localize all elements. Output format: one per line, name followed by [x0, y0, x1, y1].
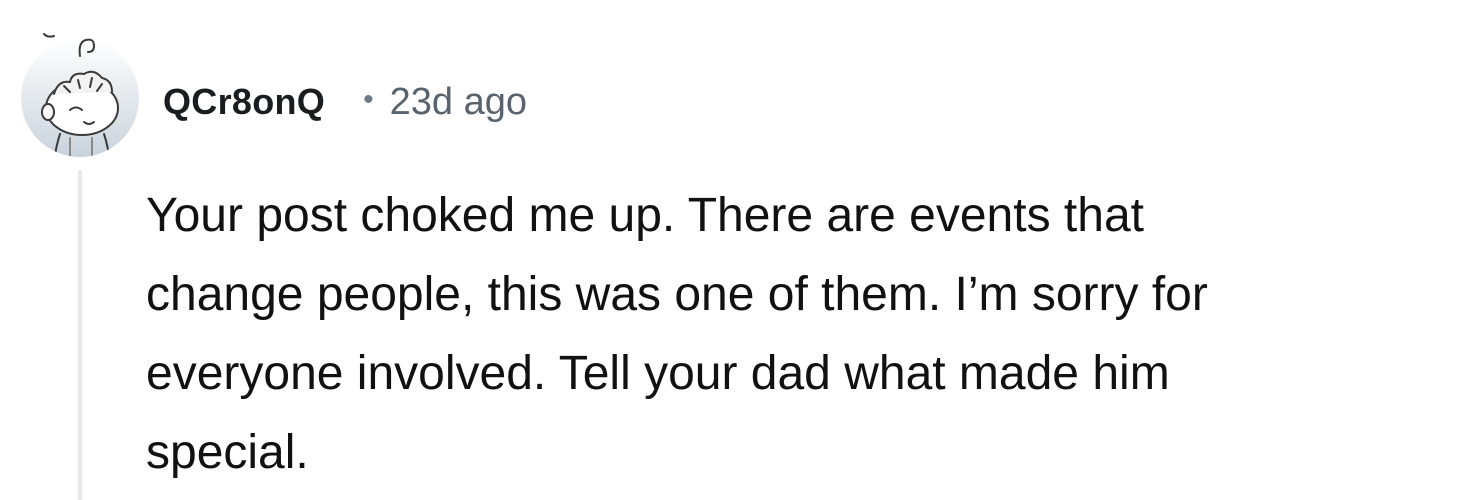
comment-body-line: everyone involved. Tell your dad what ma…	[146, 347, 1170, 400]
comment-body: Your post choked me up. There are events…	[146, 176, 1456, 492]
username-link[interactable]: QCr8onQ	[163, 81, 325, 123]
separator-dot: •	[363, 83, 374, 116]
comment-header: QCr8onQ • 23d ago	[163, 76, 527, 128]
comment-body-line: Your post choked me up. There are events…	[146, 189, 1144, 242]
timestamp[interactable]: 23d ago	[390, 81, 527, 124]
comment: QCr8onQ • 23d ago Your post choked me up…	[0, 0, 1470, 500]
snoo-avatar-icon[interactable]	[20, 30, 140, 160]
comment-body-line: change people, this was one of them. I’m…	[146, 268, 1208, 321]
thread-line[interactable]	[78, 170, 82, 500]
comment-body-line: special.	[146, 426, 309, 479]
